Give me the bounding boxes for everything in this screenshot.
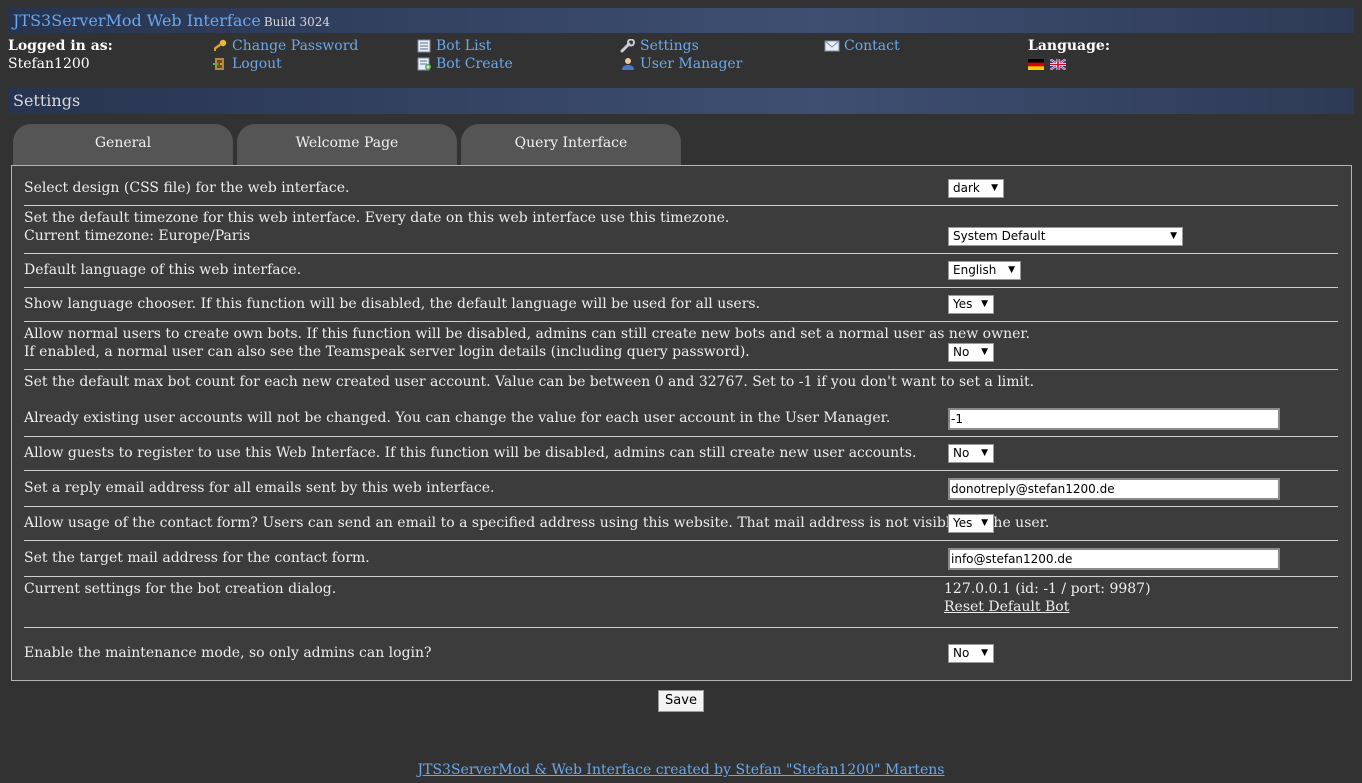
reset-default-bot-link[interactable]: Reset Default Bot bbox=[944, 598, 1069, 616]
chevron-down-icon: ▼ bbox=[981, 299, 988, 309]
maintenance-select[interactable]: No ▼ bbox=[948, 644, 994, 663]
settings-panel: Select design (CSS file) for the web int… bbox=[11, 165, 1352, 681]
contact-link[interactable]: Contact bbox=[824, 37, 900, 55]
settings-link[interactable]: Settings bbox=[620, 37, 742, 55]
flag-uk-icon[interactable] bbox=[1050, 58, 1066, 70]
mail-icon bbox=[824, 40, 840, 52]
setting-row-own-bots: Allow normal users to create own bots. I… bbox=[24, 322, 1338, 370]
top-navigation: Logged in as: Stefan1200 Change Password… bbox=[0, 37, 1362, 77]
logout-link[interactable]: Logout bbox=[212, 55, 358, 73]
register-select[interactable]: No ▼ bbox=[948, 444, 994, 463]
maintenance-label: Enable the maintenance mode, so only adm… bbox=[24, 645, 432, 661]
setting-row-register: Allow guests to register to use this Web… bbox=[24, 437, 1338, 471]
tab-general[interactable]: General bbox=[13, 124, 233, 166]
chevron-down-icon: ▼ bbox=[981, 347, 988, 357]
setting-row-contact-email: Set the target mail address for the cont… bbox=[24, 541, 1338, 577]
language-chooser: Language: bbox=[1028, 37, 1110, 73]
chevron-down-icon: ▼ bbox=[1008, 265, 1015, 275]
setting-row-language: Default language of this web interface. … bbox=[24, 254, 1338, 288]
register-label: Allow guests to register to use this Web… bbox=[24, 445, 917, 461]
language-chooser-select[interactable]: Yes ▼ bbox=[948, 295, 994, 314]
setting-row-reply-email: Set a reply email address for all emails… bbox=[24, 471, 1338, 507]
footer: JTS3ServerMod & Web Interface created by… bbox=[0, 762, 1362, 778]
setting-row-max-bots: Set the default max bot count for each n… bbox=[24, 370, 1338, 437]
logged-in-label: Logged in as: bbox=[8, 38, 113, 54]
language-default-label: Default language of this web interface. bbox=[24, 262, 302, 278]
max-bots-label: Set the default max bot count for each n… bbox=[24, 374, 1035, 390]
reply-email-input[interactable]: donotreply@stefan1200.de bbox=[948, 478, 1280, 500]
language-select[interactable]: English ▼ bbox=[948, 261, 1021, 280]
list-icon bbox=[417, 39, 431, 53]
contact-form-select[interactable]: Yes ▼ bbox=[948, 514, 994, 533]
language-label: Language: bbox=[1028, 38, 1110, 54]
user-manager-link[interactable]: User Manager bbox=[620, 55, 742, 73]
user-icon bbox=[622, 58, 634, 70]
timezone-label: Set the default timezone for this web in… bbox=[24, 210, 730, 226]
contact-email-input[interactable]: info@stefan1200.de bbox=[948, 548, 1280, 570]
flag-de-icon[interactable] bbox=[1028, 58, 1044, 70]
contact-form-label: Allow usage of the contact form? Users c… bbox=[24, 515, 1050, 531]
bot-creation-info: 127.0.0.1 (id: -1 / port: 9987) bbox=[944, 581, 1151, 597]
contact-email-label: Set the target mail address for the cont… bbox=[24, 550, 370, 566]
bot-create-link[interactable]: Bot Create bbox=[416, 55, 513, 73]
design-select[interactable]: dark ▼ bbox=[948, 179, 1004, 198]
create-icon bbox=[417, 57, 431, 71]
section-title: Settings bbox=[13, 91, 81, 110]
reply-email-label: Set a reply email address for all emails… bbox=[24, 480, 495, 496]
current-timezone-label: Current timezone: Europe/Paris bbox=[24, 228, 251, 244]
footer-credits-link[interactable]: JTS3ServerMod & Web Interface created by… bbox=[418, 762, 945, 778]
own-bots-select[interactable]: No ▼ bbox=[948, 343, 994, 362]
max-bots-detail-label: Already existing user accounts will not … bbox=[24, 410, 891, 426]
chevron-down-icon: ▼ bbox=[991, 183, 998, 193]
setting-row-timezone: Set the default timezone for this web in… bbox=[24, 206, 1338, 254]
build-label: Build 3024 bbox=[263, 15, 331, 29]
key-icon bbox=[214, 39, 227, 51]
app-title[interactable]: JTS3ServerMod Web Interface Build 3024 bbox=[13, 11, 330, 30]
setting-row-contact-form: Allow usage of the contact form? Users c… bbox=[24, 507, 1338, 541]
chevron-down-icon: ▼ bbox=[981, 518, 988, 528]
own-bots-detail-label: If enabled, a normal user can also see t… bbox=[24, 344, 750, 360]
language-chooser-label: Show language chooser. If this function … bbox=[24, 296, 761, 312]
save-button[interactable]: Save bbox=[658, 690, 704, 712]
logout-icon bbox=[213, 58, 224, 70]
setting-row-design: Select design (CSS file) for the web int… bbox=[24, 166, 1338, 206]
wrench-icon bbox=[620, 39, 635, 53]
max-bots-input[interactable]: -1 bbox=[948, 408, 1280, 430]
app-title-bar: JTS3ServerMod Web Interface Build 3024 bbox=[8, 8, 1354, 33]
chevron-down-icon: ▼ bbox=[981, 648, 988, 658]
chevron-down-icon: ▼ bbox=[1170, 231, 1177, 241]
setting-row-maintenance: Enable the maintenance mode, so only adm… bbox=[24, 628, 1338, 678]
section-header: Settings bbox=[8, 88, 1354, 114]
tab-welcome-page[interactable]: Welcome Page bbox=[237, 124, 457, 166]
timezone-select[interactable]: System Default ▼ bbox=[948, 227, 1183, 246]
design-label: Select design (CSS file) for the web int… bbox=[24, 180, 350, 196]
own-bots-label: Allow normal users to create own bots. I… bbox=[24, 326, 1030, 342]
bot-creation-label: Current settings for the bot creation di… bbox=[24, 581, 337, 597]
login-info: Logged in as: Stefan1200 bbox=[8, 37, 113, 73]
setting-row-language-chooser: Show language chooser. If this function … bbox=[24, 288, 1338, 322]
bot-list-link[interactable]: Bot List bbox=[416, 37, 513, 55]
chevron-down-icon: ▼ bbox=[981, 448, 988, 458]
tab-query-interface[interactable]: Query Interface bbox=[461, 124, 681, 166]
username: Stefan1200 bbox=[8, 56, 90, 72]
setting-row-bot-creation: Current settings for the bot creation di… bbox=[24, 577, 1338, 628]
change-password-link[interactable]: Change Password bbox=[212, 37, 358, 55]
